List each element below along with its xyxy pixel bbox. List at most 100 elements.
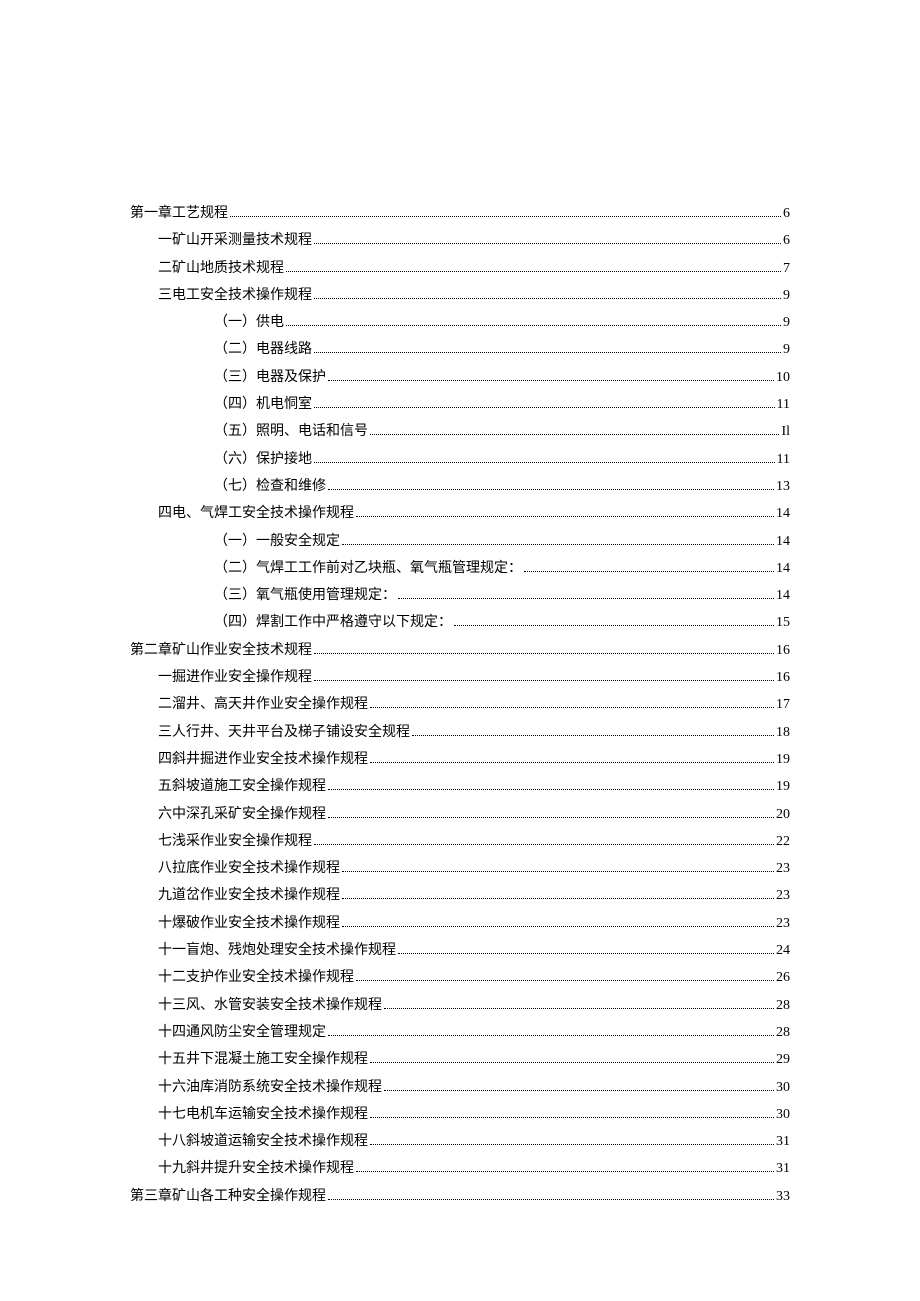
toc-label: 二溜井、高天井作业安全操作规程 bbox=[158, 691, 368, 718]
toc-label: （二）气焊工工作前对乙块瓶、氧气瓶管理规定： bbox=[214, 555, 522, 582]
toc-page-number: 18 bbox=[776, 719, 790, 746]
toc-leader-dots bbox=[370, 1134, 774, 1145]
toc-entry[interactable]: 第二章矿山作业安全技术规程16 bbox=[130, 637, 790, 664]
toc-entry[interactable]: （一）一般安全规定14 bbox=[130, 528, 790, 555]
toc-entry[interactable]: 十六油库消防系统安全技术操作规程 30 bbox=[130, 1074, 790, 1101]
toc-label: 十六油库消防系统安全技术操作规程 bbox=[158, 1074, 382, 1101]
toc-page-number: 23 bbox=[776, 855, 790, 882]
toc-leader-dots bbox=[356, 1161, 774, 1172]
toc-entry[interactable]: 十二支护作业安全技术操作规程26 bbox=[130, 964, 790, 991]
toc-entry[interactable]: 十八斜坡道运输安全技术操作规程31 bbox=[130, 1128, 790, 1155]
toc-entry[interactable]: 十一盲炮、残炮处理安全技术操作规程24 bbox=[130, 937, 790, 964]
toc-page-number: 9 bbox=[783, 336, 790, 363]
toc-label: 十八斜坡道运输安全技术操作规程 bbox=[158, 1128, 368, 1155]
toc-page-number: 23 bbox=[776, 910, 790, 937]
toc-leader-dots bbox=[370, 1052, 774, 1063]
toc-label: （三）氧气瓶使用管理规定： bbox=[214, 582, 396, 609]
toc-label: （七）检查和维修 bbox=[214, 473, 326, 500]
toc-entry[interactable]: （六）保护接地11 bbox=[130, 446, 790, 473]
toc-page-number: 20 bbox=[776, 801, 790, 828]
toc-page-number: 26 bbox=[776, 964, 790, 991]
toc-label: （一）一般安全规定 bbox=[214, 528, 340, 555]
toc-leader-dots bbox=[356, 506, 774, 517]
toc-label: 七浅采作业安全操作规程 bbox=[158, 828, 312, 855]
toc-entry[interactable]: （五）照明、电话和信号Il bbox=[130, 418, 790, 445]
toc-leader-dots bbox=[286, 260, 781, 271]
toc-entry[interactable]: （二）电器线路9 bbox=[130, 336, 790, 363]
toc-page-number: 9 bbox=[783, 282, 790, 309]
toc-entry[interactable]: 六中深孔采矿安全操作规程20 bbox=[130, 801, 790, 828]
toc-entry[interactable]: 四电、气焊工安全技术操作规程14 bbox=[130, 500, 790, 527]
toc-entry[interactable]: 第三章矿山各工种安全操作规程33 bbox=[130, 1183, 790, 1210]
toc-page-number: 33 bbox=[776, 1183, 790, 1210]
toc-entry[interactable]: 十五井下混凝土施工安全操作规程29 bbox=[130, 1046, 790, 1073]
toc-page-number: 14 bbox=[776, 582, 790, 609]
toc-entry[interactable]: 五斜坡道施工安全操作规程 19 bbox=[130, 773, 790, 800]
toc-entry[interactable]: 三电工安全技术操作规程 9 bbox=[130, 282, 790, 309]
toc-label: （六）保护接地 bbox=[214, 446, 312, 473]
toc-entry[interactable]: 二矿山地质技术规程7 bbox=[130, 255, 790, 282]
toc-leader-dots bbox=[370, 424, 779, 435]
toc-entry[interactable]: （七）检查和维修13 bbox=[130, 473, 790, 500]
toc-label: 十九斜井提升安全技术操作规程 bbox=[158, 1155, 354, 1182]
toc-leader-dots bbox=[524, 561, 774, 572]
toc-entry[interactable]: （三）氧气瓶使用管理规定： 14 bbox=[130, 582, 790, 609]
toc-leader-dots bbox=[370, 752, 774, 763]
toc-label: 四斜井掘进作业安全技术操作规程 bbox=[158, 746, 368, 773]
toc-leader-dots bbox=[342, 916, 774, 927]
toc-label: 十七电机车运输安全技术操作规程 bbox=[158, 1101, 368, 1128]
toc-leader-dots bbox=[370, 697, 774, 708]
toc-label: 三人行井、天井平台及梯子铺设安全规程 bbox=[158, 719, 410, 746]
toc-leader-dots bbox=[328, 1189, 774, 1200]
toc-page-number: 6 bbox=[783, 227, 790, 254]
toc-leader-dots bbox=[328, 806, 774, 817]
toc-label: 十一盲炮、残炮处理安全技术操作规程 bbox=[158, 937, 396, 964]
toc-page-number: 30 bbox=[776, 1101, 790, 1128]
toc-label: 第二章矿山作业安全技术规程 bbox=[130, 637, 312, 664]
toc-leader-dots bbox=[314, 342, 781, 353]
toc-label: 四电、气焊工安全技术操作规程 bbox=[158, 500, 354, 527]
toc-leader-dots bbox=[412, 724, 774, 735]
toc-leader-dots bbox=[370, 1107, 774, 1118]
toc-entry[interactable]: （一）供电9 bbox=[130, 309, 790, 336]
toc-leader-dots bbox=[314, 670, 774, 681]
toc-entry[interactable]: 一掘进作业安全操作规程16 bbox=[130, 664, 790, 691]
toc-entry[interactable]: （二）气焊工工作前对乙块瓶、氧气瓶管理规定： 14 bbox=[130, 555, 790, 582]
toc-label: 第一章工艺规程 bbox=[130, 200, 228, 227]
toc-leader-dots bbox=[328, 370, 774, 381]
toc-entry[interactable]: 七浅采作业安全操作规程 22 bbox=[130, 828, 790, 855]
toc-entry[interactable]: （四）焊割工作中严格遵守以下规定：15 bbox=[130, 609, 790, 636]
toc-entry[interactable]: 一矿山开采测量技术规程 6 bbox=[130, 227, 790, 254]
toc-entry[interactable]: 十七电机车运输安全技术操作规程 30 bbox=[130, 1101, 790, 1128]
toc-label: 五斜坡道施工安全操作规程 bbox=[158, 773, 326, 800]
toc-leader-dots bbox=[328, 479, 774, 490]
toc-page-number: 22 bbox=[776, 828, 790, 855]
toc-page-number: 19 bbox=[776, 773, 790, 800]
toc-entry[interactable]: 二溜井、高天井作业安全操作规程17 bbox=[130, 691, 790, 718]
toc-entry[interactable]: 四斜井掘进作业安全技术操作规程 19 bbox=[130, 746, 790, 773]
toc-entry[interactable]: 十爆破作业安全技术操作规程23 bbox=[130, 910, 790, 937]
toc-label: 一矿山开采测量技术规程 bbox=[158, 227, 312, 254]
toc-label: 三电工安全技术操作规程 bbox=[158, 282, 312, 309]
toc-page-number: 30 bbox=[776, 1074, 790, 1101]
toc-leader-dots bbox=[286, 315, 781, 326]
toc-entry[interactable]: 三人行井、天井平台及梯子铺设安全规程 18 bbox=[130, 719, 790, 746]
toc-leader-dots bbox=[314, 451, 775, 462]
toc-entry[interactable]: 十九斜井提升安全技术操作规程31 bbox=[130, 1155, 790, 1182]
toc-entry[interactable]: （四）机电恫室11 bbox=[130, 391, 790, 418]
toc-leader-dots bbox=[328, 1025, 774, 1036]
toc-leader-dots bbox=[314, 643, 774, 654]
toc-entry[interactable]: （三）电器及保护10 bbox=[130, 364, 790, 391]
toc-entry[interactable]: 十四通风防尘安全管理规定28 bbox=[130, 1019, 790, 1046]
toc-page-number: 19 bbox=[776, 746, 790, 773]
toc-entry[interactable]: 八拉底作业安全技术操作规程23 bbox=[130, 855, 790, 882]
toc-entry[interactable]: 十三风、水管安装安全技术操作规程28 bbox=[130, 992, 790, 1019]
toc-page-number: Il bbox=[781, 418, 790, 445]
toc-leader-dots bbox=[314, 397, 775, 408]
toc-leader-dots bbox=[342, 888, 774, 899]
toc-label: 九道岔作业安全技术操作规程 bbox=[158, 882, 340, 909]
toc-entry[interactable]: 第一章工艺规程6 bbox=[130, 200, 790, 227]
toc-page-number: 14 bbox=[776, 555, 790, 582]
toc-entry[interactable]: 九道岔作业安全技术操作规程23 bbox=[130, 882, 790, 909]
toc-leader-dots bbox=[398, 943, 774, 954]
